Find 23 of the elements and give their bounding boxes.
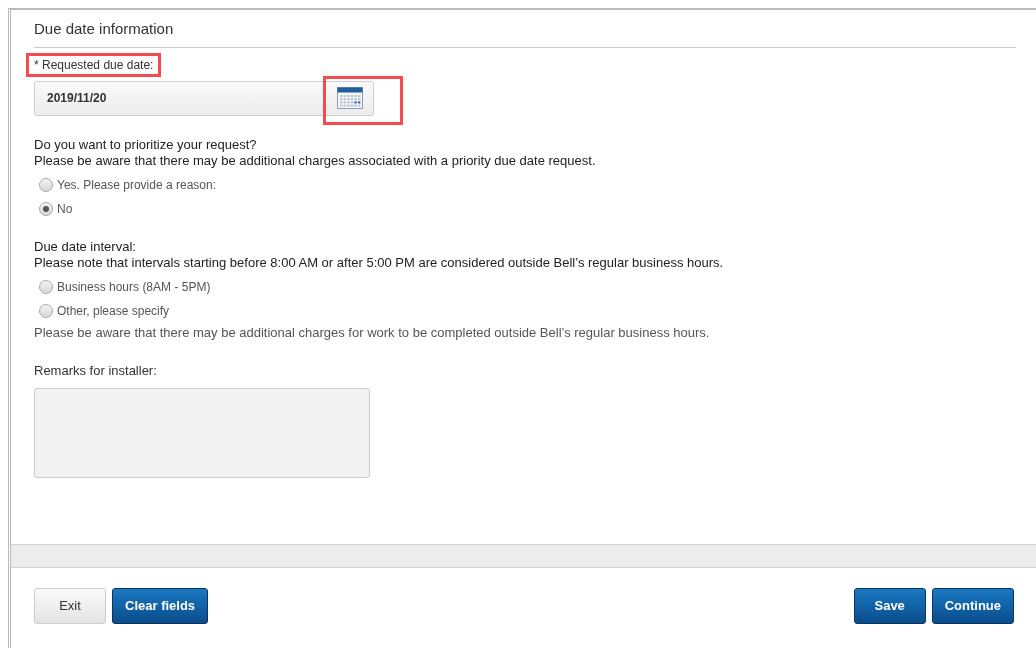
section-title: Due date information <box>34 18 1016 48</box>
radio-option[interactable]: No <box>39 200 1016 217</box>
note-text: Please note that intervals starting before 8:00 AM or after 5:00 PM are considered outside Bell’s regular business hours. <box>34 254 725 271</box>
remarks-label: Remarks for installer: <box>34 362 158 379</box>
note-text: Please be aware that there may be additional charges associated with a priority due date request. <box>34 152 597 169</box>
radio-button[interactable] <box>39 201 53 216</box>
radio-button[interactable] <box>39 177 53 192</box>
radio-button[interactable] <box>39 279 53 294</box>
primary-button[interactable]: Continue <box>931 588 1014 624</box>
radio-option[interactable]: Yes. Please provide a reason: <box>39 176 1016 193</box>
radio-option[interactable]: Business hours (8AM - 5PM) <box>39 278 1016 295</box>
radio-button[interactable] <box>39 303 53 318</box>
radio-option[interactable]: Other, please specify <box>39 302 1016 319</box>
remarks-field[interactable] <box>34 387 370 478</box>
interval-label: Due date interval: <box>34 238 137 255</box>
primary-button[interactable]: Save <box>853 588 926 624</box>
date-field[interactable]: 2019/11/20 <box>34 80 374 116</box>
primary-button[interactable]: Clear fields <box>112 588 209 624</box>
question-text: Do you want to prioritize your request? <box>34 136 258 153</box>
calendar-icon <box>337 87 363 109</box>
secondary-button[interactable]: Exit <box>34 588 106 624</box>
note-text: Please be aware that there may be additional charges for work to be completed outside Bell’s regular business hours. <box>34 324 711 341</box>
field-label: * Requested due date: <box>34 57 154 72</box>
